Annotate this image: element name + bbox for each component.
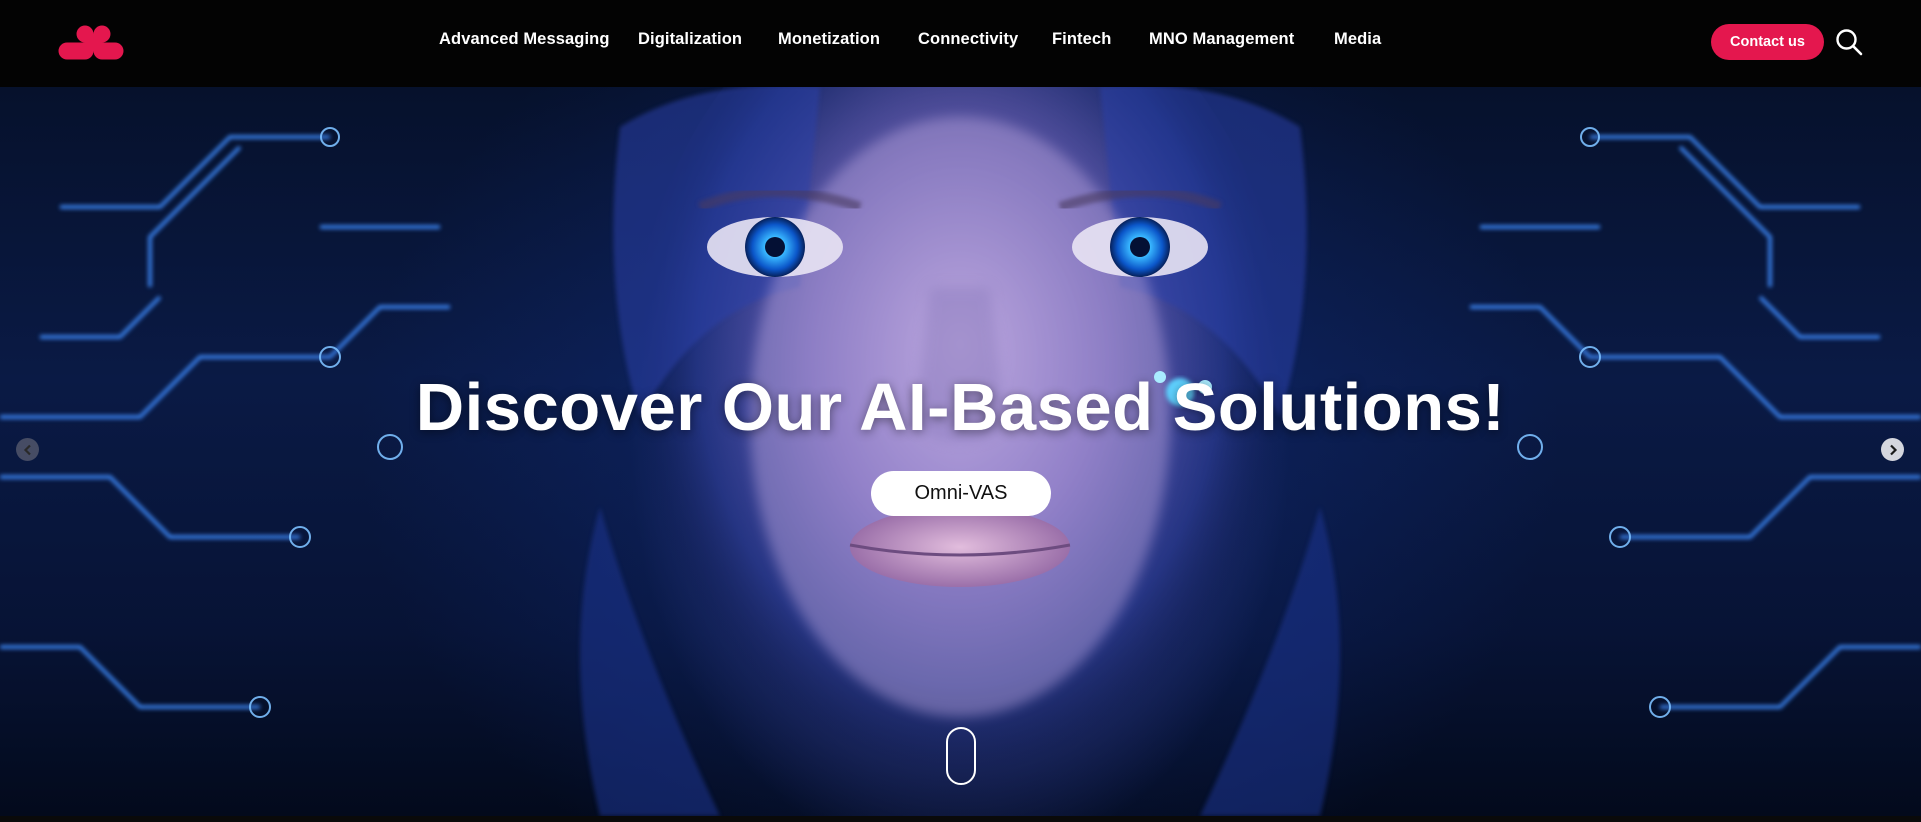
search-icon[interactable] [1835, 28, 1863, 56]
nav-item-digitalization[interactable]: Digitalization [638, 30, 742, 49]
main-nav: Advanced Messaging Digitalization Moneti… [0, 0, 1921, 87]
nav-item-monetization[interactable]: Monetization [778, 30, 880, 49]
nav-item-mno-management[interactable]: MNO Management [1149, 30, 1294, 49]
chevron-right-icon [1889, 444, 1897, 455]
page-bottom-edge [0, 816, 1921, 822]
nav-item-advanced-messaging[interactable]: Advanced Messaging [439, 30, 610, 49]
hero-banner: Discover Our AI-Based Solutions! Omni-VA… [0, 87, 1921, 816]
contact-us-button[interactable]: Contact us [1711, 24, 1824, 60]
hero-title: Discover Our AI-Based Solutions! [415, 370, 1506, 445]
nav-item-media[interactable]: Media [1334, 30, 1381, 49]
mouse-scroll-icon[interactable] [946, 727, 976, 785]
chevron-left-icon [23, 444, 31, 455]
carousel-prev-button[interactable] [16, 438, 39, 461]
nav-item-fintech[interactable]: Fintech [1052, 30, 1111, 49]
brand-logo-icon[interactable] [58, 20, 124, 62]
nav-item-connectivity[interactable]: Connectivity [918, 30, 1018, 49]
site-header: Advanced Messaging Digitalization Moneti… [0, 0, 1921, 87]
omni-vas-button[interactable]: Omni-VAS [871, 471, 1051, 516]
carousel-next-button[interactable] [1881, 438, 1904, 461]
hero-background-image [0, 87, 1921, 816]
page: Advanced Messaging Digitalization Moneti… [0, 0, 1921, 822]
